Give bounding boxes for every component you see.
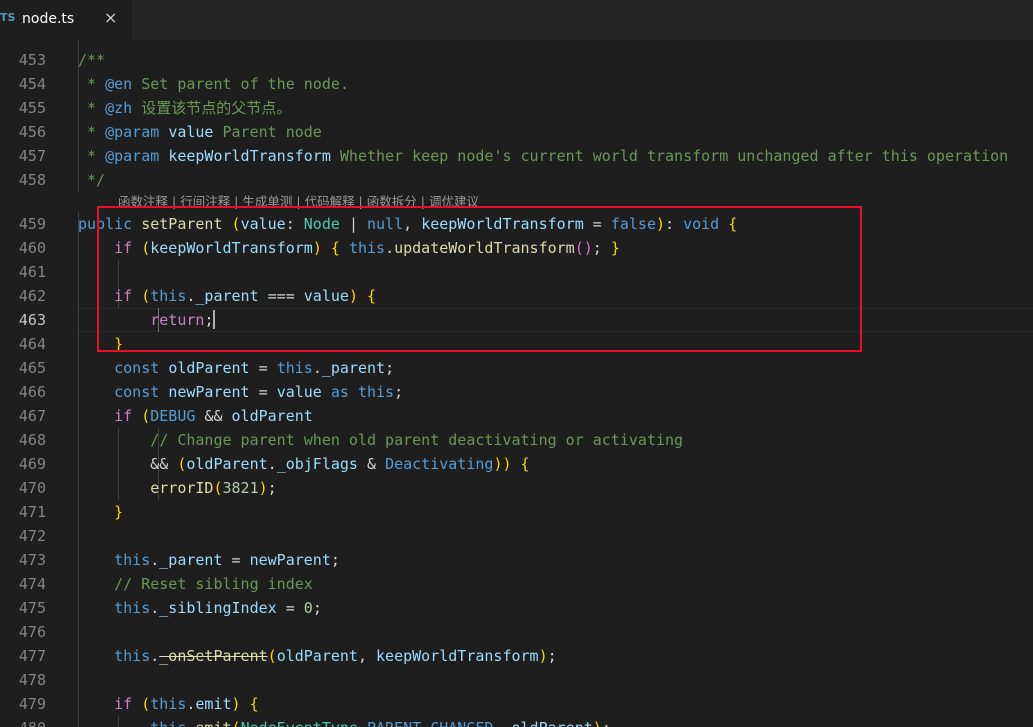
code-line[interactable]: return; [78,308,216,332]
code-line[interactable]: public setParent (value: Node | null, ke… [78,212,737,236]
line-number: 462 [18,287,46,305]
text-cursor [213,310,216,329]
codelens-action[interactable]: 代码解释 [305,194,355,209]
line-number: 473 [18,551,46,569]
line-number: 458 [18,171,46,189]
code-line[interactable]: } [78,332,123,356]
codelens-separator: | [354,194,367,209]
code-line[interactable]: this._parent = newParent; [78,548,340,572]
code-line[interactable]: // Reset sibling index [78,572,313,596]
code-line[interactable]: if (keepWorldTransform) { this.updateWor… [78,236,620,260]
close-icon[interactable]: × [104,8,117,27]
code-line[interactable]: const newParent = value as this; [78,380,403,404]
line-number: 472 [18,527,46,545]
line-number: 470 [18,479,46,497]
code-line[interactable]: this.emit(NodeEventType.PARENT_CHANGED, … [78,716,611,727]
code-line[interactable]: if (this._parent === value) { [78,284,376,308]
line-number: 461 [18,263,46,281]
active-line-number: 463 [18,311,46,329]
code-line[interactable]: const oldParent = this._parent; [78,356,394,380]
line-number: 475 [18,599,46,617]
code-line[interactable]: */ [78,168,105,192]
line-number: 477 [18,647,46,665]
code-line[interactable]: if (this.emit) { [78,692,259,716]
code-editor[interactable]: 452 453 454 455 456 457 458 459 460 461 … [0,40,1033,727]
code-line[interactable]: * @param value Parent node [78,120,322,144]
codelens-separator: | [168,194,181,209]
line-number: 460 [18,239,46,257]
code-line[interactable]: * @en Set parent of the node. [78,72,349,96]
code-line[interactable]: /** [78,48,105,72]
codelens-action[interactable]: 函数注释 [118,194,168,209]
line-number: 453 [18,51,46,69]
tab-bar: TS node.ts × [0,0,1033,40]
tab-node-ts[interactable]: TS node.ts × [0,0,132,40]
codelens-separator: | [416,194,429,209]
line-number: 469 [18,455,46,473]
code-line[interactable]: } [78,500,123,524]
line-number: 455 [18,99,46,117]
code-line[interactable]: && (oldParent._objFlags & Deactivating))… [78,452,529,476]
line-number: 468 [18,431,46,449]
line-number: 465 [18,359,46,377]
line-number: 478 [18,671,46,689]
line-number: 480 [0,716,46,727]
code-line[interactable]: * @zh 设置该节点的父节点。 [78,96,291,120]
codelens-action[interactable]: 行间注释 [180,194,230,209]
current-line-highlight [76,308,1033,332]
codelens-separator: | [292,194,305,209]
tab-title: node.ts [22,11,75,27]
codelens-action[interactable]: 函数拆分 [367,194,417,209]
codelens-actions: 函数注释 | 行间注释 | 生成单测 | 代码解释 | 函数拆分 | 调优建议 [118,192,479,212]
line-number: 457 [18,147,46,165]
line-number: 474 [18,575,46,593]
line-number: 471 [18,503,46,521]
code-line[interactable]: if (DEBUG && oldParent [78,404,313,428]
typescript-file-icon: TS [0,11,16,24]
line-number: 466 [18,383,46,401]
line-number: 452 [0,40,46,47]
line-number: 476 [18,623,46,641]
code-line[interactable]: this._onSetParent(oldParent, keepWorldTr… [78,644,557,668]
code-line[interactable]: errorID(3821); [78,476,276,500]
line-number: 479 [18,695,46,713]
codelens-action[interactable]: 生成单测 [242,194,292,209]
code-line[interactable]: * @param keepWorldTransform Whether keep… [78,144,1008,168]
line-number: 464 [18,335,46,353]
code-line[interactable]: // Change parent when old parent deactiv… [78,428,683,452]
line-number: 467 [18,407,46,425]
line-number: 454 [18,75,46,93]
line-number: 456 [18,123,46,141]
codelens-separator: | [230,194,243,209]
line-number: 459 [18,215,46,233]
codelens-action[interactable]: 调优建议 [429,194,479,209]
code-line[interactable]: this._siblingIndex = 0; [78,596,322,620]
